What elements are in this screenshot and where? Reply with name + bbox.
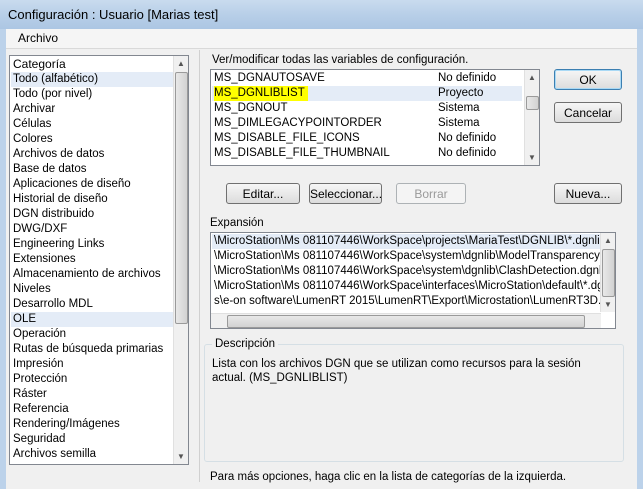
category-item[interactable]: Historial de diseño <box>11 192 173 207</box>
category-item[interactable]: Protección <box>11 372 173 387</box>
category-item[interactable]: Archivos semilla <box>11 447 173 462</box>
menu-archivo[interactable]: Archivo <box>18 31 58 45</box>
variables-list[interactable]: MS_DGNAUTOSAVE No definido MS_DGNLIBLIST… <box>210 69 540 166</box>
variable-row[interactable]: MS_DISABLE_FILE_ICONS No definido <box>212 131 522 146</box>
panel-divider <box>199 50 200 482</box>
scroll-up-icon[interactable]: ▲ <box>601 233 615 248</box>
variable-status: No definido <box>438 132 497 144</box>
title-bar: Configuración : Usuario [Marias test] <box>0 0 643 30</box>
category-item[interactable]: Todo (alfabético) <box>11 72 173 87</box>
variable-name: MS_DISABLE_FILE_THUMBNAIL <box>214 147 390 159</box>
category-item[interactable]: Rutas de búsqueda primarias <box>11 342 173 357</box>
category-item[interactable]: Operación <box>11 327 173 342</box>
description-text: Lista con los archivos DGN que se utiliz… <box>212 358 581 384</box>
description-label: Descripción <box>212 338 279 350</box>
category-header: Categoría <box>11 57 174 73</box>
scroll-thumb[interactable] <box>175 72 188 324</box>
scroll-up-icon[interactable]: ▲ <box>525 70 539 85</box>
delete-button[interactable]: Borrar <box>396 183 466 204</box>
scroll-down-icon[interactable]: ▼ <box>174 449 188 464</box>
expansion-hscrollbar[interactable] <box>211 313 601 328</box>
expansion-row[interactable]: \MicroStation\Ms 081107446\WorkSpace\sys… <box>212 264 606 279</box>
variable-name: MS_DISABLE_FILE_ICONS <box>214 132 360 144</box>
category-item[interactable]: Todo (por nivel) <box>11 87 173 102</box>
category-items: Todo (alfabético) Todo (por nivel) Archi… <box>11 72 173 462</box>
variable-name: MS_DIMLEGACYPOINTORDER <box>214 117 382 129</box>
variable-row[interactable]: MS_DIMLEGACYPOINTORDER Sistema <box>212 116 522 131</box>
scroll-down-icon[interactable]: ▼ <box>601 297 615 312</box>
category-item[interactable]: Impresión <box>11 357 173 372</box>
variable-name: MS_DGNAUTOSAVE <box>214 72 325 84</box>
category-item[interactable]: DGN distribuido <box>11 207 173 222</box>
scroll-down-icon[interactable]: ▼ <box>525 150 539 165</box>
scroll-thumb[interactable] <box>526 96 539 110</box>
menu-bar: Archivo <box>6 29 637 49</box>
category-item[interactable]: Ráster <box>11 387 173 402</box>
variables-caption: Ver/modificar todas las variables de con… <box>212 54 469 66</box>
variable-name: MS_DGNOUT <box>214 102 288 114</box>
category-item[interactable]: Base de datos <box>11 162 173 177</box>
variable-status: Sistema <box>438 102 480 114</box>
category-item[interactable]: Archivar <box>11 102 173 117</box>
category-list[interactable]: Categoría Todo (alfabético) Todo (por ni… <box>9 55 189 465</box>
category-item[interactable]: Colores <box>11 132 173 147</box>
category-item[interactable]: Desarrollo MDL <box>11 297 173 312</box>
window-title: Configuración : Usuario [Marias test] <box>8 7 219 22</box>
cancel-button[interactable]: Cancelar <box>554 102 622 123</box>
category-scrollbar[interactable]: ▲ ▼ <box>173 56 188 464</box>
window-frame-right <box>637 29 643 489</box>
expansion-row[interactable]: \MicroStation\Ms 081107446\WorkSpace\sys… <box>212 249 606 264</box>
category-item[interactable]: Engineering Links <box>11 237 173 252</box>
expansion-list[interactable]: \MicroStation\Ms 081107446\WorkSpace\pro… <box>210 232 616 329</box>
category-item[interactable]: Referencia <box>11 402 173 417</box>
ok-button[interactable]: OK <box>554 69 622 90</box>
variable-row[interactable]: MS_DGNOUT Sistema <box>212 101 522 116</box>
new-button[interactable]: Nueva... <box>554 183 622 204</box>
variable-status: No definido <box>438 72 497 84</box>
expansion-row[interactable]: s\e-on software\LumenRT 2015\LumenRT\Exp… <box>212 294 606 309</box>
window-frame-left <box>0 29 6 489</box>
variable-status: Proyecto <box>438 87 484 99</box>
category-item[interactable]: DWG/DXF <box>11 222 173 237</box>
category-item[interactable]: Aplicaciones de diseño <box>11 177 173 192</box>
category-item[interactable]: Seguridad <box>11 432 173 447</box>
hscroll-thumb[interactable] <box>227 315 585 328</box>
variable-row[interactable]: MS_DGNAUTOSAVE No definido <box>212 71 522 86</box>
category-item[interactable]: Extensiones <box>11 252 173 267</box>
expansion-row[interactable]: \MicroStation\Ms 081107446\WorkSpace\int… <box>212 279 606 294</box>
variable-row-selected[interactable]: MS_DGNLIBLIST Proyecto <box>212 86 522 101</box>
category-item[interactable]: Rendering/Imágenes <box>11 417 173 432</box>
select-button[interactable]: Seleccionar... <box>309 183 382 204</box>
scroll-up-icon[interactable]: ▲ <box>174 56 188 71</box>
expansion-row-selected[interactable]: \MicroStation\Ms 081107446\WorkSpace\pro… <box>212 234 606 249</box>
category-item-ole[interactable]: OLE <box>11 312 173 327</box>
category-item[interactable]: Archivos de datos <box>11 147 173 162</box>
footer-hint: Para más opciones, haga clic en la lista… <box>210 471 567 483</box>
category-item[interactable]: Células <box>11 117 173 132</box>
edit-button[interactable]: Editar... <box>226 183 300 204</box>
variable-name: MS_DGNLIBLIST <box>214 86 308 101</box>
expansion-vscrollbar[interactable]: ▲ ▼ <box>600 233 615 312</box>
expansion-label: Expansión <box>210 217 264 229</box>
category-item[interactable]: Niveles <box>11 282 173 297</box>
variable-row[interactable]: MS_DISABLE_FILE_THUMBNAIL No definido <box>212 146 522 161</box>
category-item[interactable]: Almacenamiento de archivos <box>11 267 173 282</box>
variables-scrollbar[interactable]: ▲ ▼ <box>524 70 539 165</box>
variable-status: Sistema <box>438 117 480 129</box>
scroll-thumb[interactable] <box>602 249 615 297</box>
variable-status: No definido <box>438 147 497 159</box>
